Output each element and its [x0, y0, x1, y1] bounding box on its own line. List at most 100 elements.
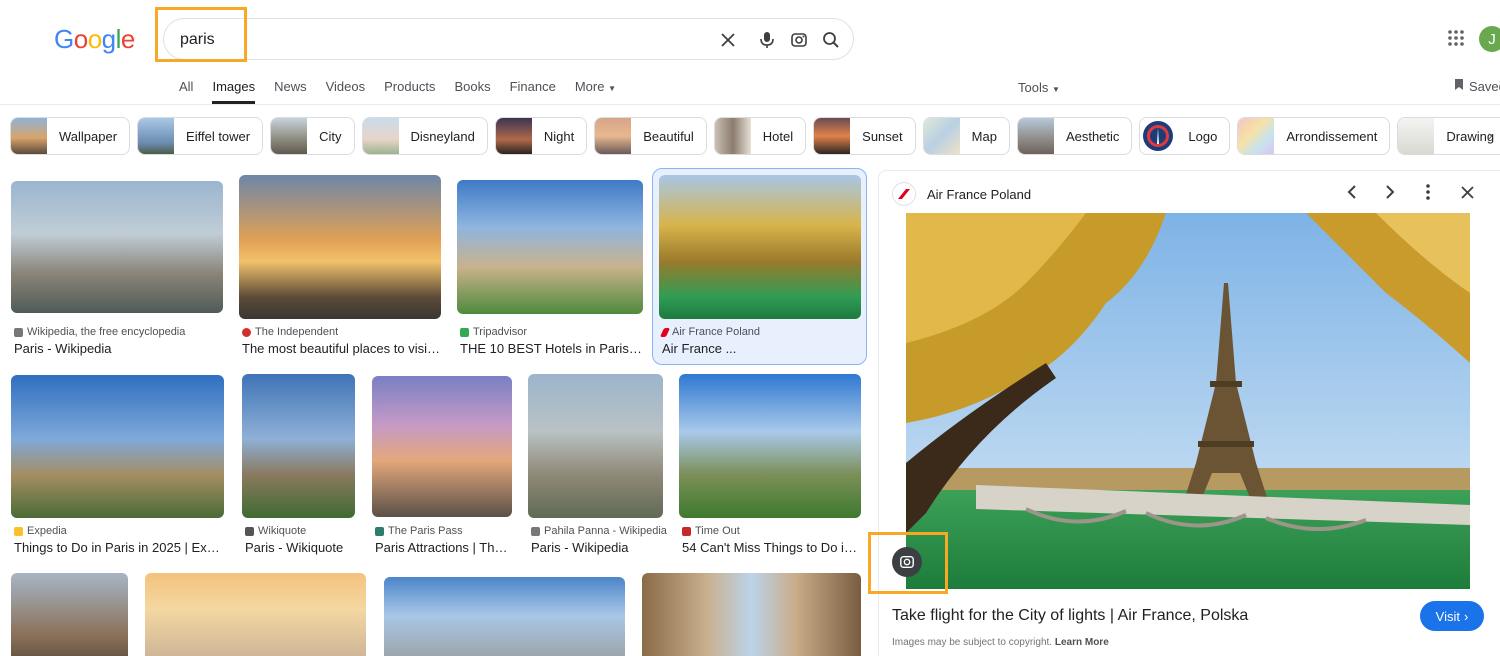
- previous-icon[interactable]: [1341, 181, 1363, 203]
- chip-drawing[interactable]: Drawing: [1397, 117, 1500, 155]
- chip-label: Sunset: [862, 128, 903, 144]
- result-source: The Independent: [242, 326, 338, 338]
- chip-hotel[interactable]: Hotel: [713, 117, 807, 155]
- tab-all[interactable]: All: [179, 80, 193, 104]
- tab-news[interactable]: News: [274, 80, 307, 104]
- result-source-name: Pahila Panna - Wikipedia: [544, 525, 667, 537]
- copyright-notice: Images may be subject to copyright. Lear…: [892, 637, 1109, 648]
- chip-night[interactable]: Night: [494, 117, 588, 155]
- lens-icon[interactable]: [788, 29, 810, 51]
- chip-thumbnail: [271, 118, 308, 154]
- chip-thumbnail: [495, 118, 532, 154]
- result-source: Pahila Panna - Wikipedia: [531, 525, 667, 537]
- result-title: 54 Can't Miss Things to Do in P...: [682, 540, 860, 555]
- result-thumbnail: [145, 573, 366, 656]
- tab-videos[interactable]: Videos: [326, 80, 366, 104]
- caret-down-icon: ▼: [608, 84, 616, 93]
- tab-books[interactable]: Books: [454, 80, 490, 104]
- result-thumbnail: [11, 181, 223, 313]
- chip-thumbnail: [1398, 118, 1435, 154]
- tools-label: Tools: [1018, 80, 1049, 95]
- chip-label: Arrondissement: [1286, 128, 1378, 144]
- search-input[interactable]: [180, 29, 580, 51]
- apps-grid-icon[interactable]: [1446, 28, 1466, 48]
- chip-thumbnail: [362, 118, 399, 154]
- chip-beautiful[interactable]: Beautiful: [594, 117, 707, 155]
- tab-products[interactable]: Products: [384, 80, 435, 104]
- panel-source[interactable]: Air France Poland: [927, 187, 1031, 202]
- chip-wallpaper[interactable]: Wallpaper: [10, 117, 131, 155]
- result-title: Paris - Wikipedia: [531, 540, 629, 555]
- chip-thumbnail: [1017, 118, 1054, 154]
- bookmark-icon: [1454, 78, 1464, 94]
- result-source: Tripadvisor: [460, 326, 527, 338]
- avatar[interactable]: J: [1479, 26, 1500, 52]
- visit-label: Visit: [1435, 608, 1460, 624]
- lens-search-icon[interactable]: [892, 547, 922, 577]
- result-source: Wikipedia, the free encyclopedia: [14, 326, 185, 338]
- chip-map[interactable]: Map: [922, 117, 1010, 155]
- result-source: Expedia: [14, 525, 67, 537]
- result-source: Air France Poland: [659, 326, 760, 338]
- chip-label: City: [319, 128, 342, 144]
- chip-label: Disneyland: [410, 128, 475, 144]
- preview-image[interactable]: [906, 213, 1470, 589]
- result-thumbnail: [457, 180, 643, 314]
- result-thumbnail: [11, 573, 128, 656]
- chip-logo[interactable]: Logo: [1139, 117, 1231, 155]
- more-options-icon[interactable]: [1417, 181, 1439, 203]
- result-thumbnail: [679, 374, 861, 518]
- result-thumbnail: [242, 374, 355, 518]
- favicon-icon: [242, 327, 251, 337]
- result-source-name: Tripadvisor: [473, 326, 527, 338]
- chip-arrondissement[interactable]: Arrondissement: [1237, 117, 1391, 155]
- result-title: Air France ...: [662, 341, 737, 356]
- chip-label: Logo: [1188, 128, 1218, 144]
- panel-header: Air France Poland: [893, 183, 1031, 205]
- chip-label: Map: [971, 128, 997, 144]
- result-thumbnail: [528, 374, 663, 518]
- tab-finance[interactable]: Finance: [510, 80, 556, 104]
- chip-label: Beautiful: [643, 128, 694, 144]
- refinement-chips: Wallpaper Eiffel tower City Disneyland N…: [10, 117, 1500, 155]
- chip-thumbnail: [714, 118, 751, 154]
- tools-button[interactable]: Tools ▼: [1018, 80, 1060, 95]
- saved-label: Saved: [1469, 78, 1500, 94]
- result-title: The most beautiful places to visit in ..…: [242, 341, 442, 356]
- google-logo[interactable]: Google: [54, 24, 135, 55]
- microphone-icon[interactable]: [756, 29, 778, 51]
- result-title: THE 10 BEST Hotels in Paris 20...: [460, 341, 642, 356]
- chip-eiffel-tower[interactable]: Eiffel tower: [137, 117, 264, 155]
- learn-more-link[interactable]: Learn More: [1055, 637, 1109, 648]
- favicon-icon: [682, 526, 691, 536]
- saved-button[interactable]: Saved: [1454, 78, 1500, 94]
- chip-aesthetic[interactable]: Aesthetic: [1016, 117, 1133, 155]
- visit-button[interactable]: Visit ›: [1420, 601, 1484, 631]
- tab-images[interactable]: Images: [212, 80, 256, 104]
- result-source-name: Wikipedia, the free encyclopedia: [27, 326, 186, 338]
- next-icon[interactable]: [1379, 181, 1401, 203]
- tab-more-label: More: [574, 79, 605, 94]
- chip-label: Aesthetic: [1065, 128, 1120, 144]
- clear-icon[interactable]: [717, 29, 739, 51]
- close-icon[interactable]: [1456, 181, 1478, 203]
- result-title: Paris Attractions | The ...: [375, 540, 513, 555]
- chevron-right-icon[interactable]: ›: [1488, 127, 1493, 143]
- chip-sunset[interactable]: Sunset: [813, 117, 916, 155]
- search-icon[interactable]: [820, 29, 842, 51]
- result-thumbnail: [384, 577, 625, 656]
- result-thumbnail: [239, 175, 441, 319]
- favicon-icon: [245, 526, 254, 536]
- result-source-name: Expedia: [27, 525, 67, 537]
- favicon-icon: [14, 327, 23, 337]
- caret-down-icon: ▼: [1051, 85, 1060, 94]
- panel-title[interactable]: Take flight for the City of lights | Air…: [892, 607, 1248, 625]
- chip-thumbnail: [595, 118, 632, 154]
- result-source: The Paris Pass: [375, 525, 463, 537]
- chip-disneyland[interactable]: Disneyland: [361, 117, 488, 155]
- result-thumbnail: [642, 573, 861, 656]
- result-title: Things to Do in Paris in 2025 | Expedia: [14, 540, 226, 555]
- chip-city[interactable]: City: [270, 117, 355, 155]
- tab-more[interactable]: More ▼: [575, 80, 616, 104]
- chip-thumbnail: [138, 118, 175, 154]
